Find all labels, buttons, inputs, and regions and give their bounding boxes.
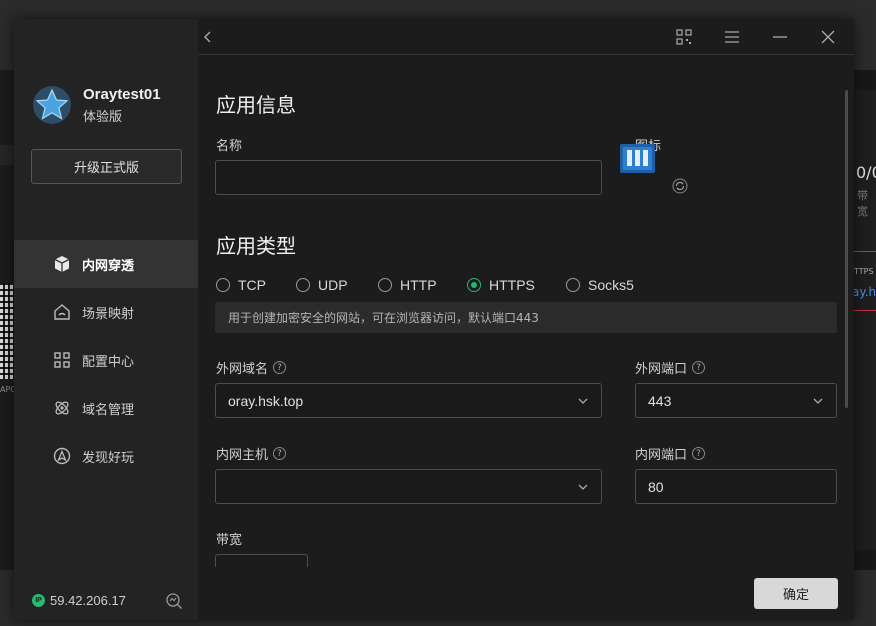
radio-label: HTTPS [489,277,535,293]
profile: Oraytest01 体验版 [32,85,161,125]
internal-host-label-text: 内网主机 [216,448,269,463]
type-hint: 用于创建加密安全的网站，可在浏览器访问，默认端口443 [215,302,837,333]
ip-display: IP 59.42.206.17 [32,593,126,608]
background-link[interactable]: ay.hs [852,285,876,299]
radio-label: TCP [238,277,266,293]
radio-https[interactable]: HTTPS [467,277,566,293]
atom-icon [52,398,72,418]
star-avatar-icon [33,86,71,124]
radio-tcp[interactable]: TCP [216,277,296,293]
help-icon[interactable]: ? [692,361,706,374]
background-strip [0,145,14,165]
external-domain-label: 外网域名 ? [216,358,287,377]
hamburger-menu-icon [725,31,739,43]
app-icon[interactable] [620,144,655,173]
sidebar-item-label: 发现好玩 [82,450,135,466]
upgrade-button[interactable]: 升级正式版 [31,149,182,184]
sidebar-item-label: 场景映射 [82,306,135,322]
sidebar-item-config-center[interactable]: 配置中心 [14,336,198,384]
grid-icon [52,350,72,370]
radio-circle [216,278,230,292]
internal-host-select[interactable] [215,469,602,504]
external-domain-value: oray.hsk.top [228,392,304,409]
app-type-title: 应用类型 [216,234,296,258]
compass-icon [52,446,72,466]
background-right-panel [854,90,876,550]
external-port-label-text: 外网端口 [635,362,688,377]
external-domain-select[interactable]: oray.hsk.top [215,383,602,418]
radio-circle [296,278,310,292]
ip-address: 59.42.206.17 [50,593,126,608]
app-info-title: 应用信息 [216,93,296,117]
zoom-search-icon[interactable] [165,592,183,610]
qr-code-image [0,283,14,379]
sidebar-nav: 内网穿透 场景映射 配置中心 域名管理 发现好玩 [14,240,198,480]
profile-plan: 体验版 [83,109,123,125]
background-count: 0/0 [856,163,876,182]
name-input[interactable] [215,160,602,195]
external-port-value: 443 [648,392,672,409]
close-icon [821,30,835,44]
help-icon[interactable]: ? [692,447,706,460]
external-domain-label-text: 外网域名 [216,362,269,377]
radio-circle [566,278,580,292]
sidebar-item-domain-management[interactable]: 域名管理 [14,384,198,432]
back-button[interactable] [198,27,218,47]
house-icon [52,302,72,322]
sidebar-item-scene-mapping[interactable]: 场景映射 [14,288,198,336]
internal-port-input[interactable]: 80 [635,469,837,504]
refresh-icon[interactable] [672,178,688,194]
profile-name: Oraytest01 [83,85,161,103]
chevron-down-icon [813,398,823,404]
sidebar-item-label: 域名管理 [82,402,135,418]
name-label: 名称 [216,139,243,154]
ip-badge: IP [32,594,45,607]
qr-scan-button[interactable] [674,27,694,47]
content-scrollbar[interactable] [845,90,848,408]
sidebar-item-discover[interactable]: 发现好玩 [14,432,198,480]
sidebar-item-label: 配置中心 [82,354,135,370]
title-bar [198,19,854,55]
confirm-button[interactable]: 确定 [754,578,838,609]
background-tag: TTPS [854,267,874,276]
app-type-radio-group: TCP UDP HTTP HTTPS Socks5 [216,277,634,293]
background-divider [852,251,876,252]
chevron-left-icon [204,31,211,43]
internal-port-label: 内网端口 ? [635,444,706,463]
sidebar-item-intranet[interactable]: 内网穿透 [14,240,198,288]
external-port-label: 外网端口 ? [635,358,706,377]
close-button[interactable] [818,27,838,47]
help-icon[interactable]: ? [273,361,287,374]
background-divider [852,310,876,311]
chevron-down-icon [578,398,588,404]
radio-label: UDP [318,277,348,293]
sidebar-item-label: 内网穿透 [82,258,135,274]
qr-code-icon [676,29,692,45]
radio-socks5[interactable]: Socks5 [566,277,634,293]
bandwidth-label: 带宽 [216,533,243,548]
sidebar: Oraytest01 体验版 升级正式版 内网穿透 场景映射 配置中心 域名管理… [14,19,198,620]
menu-button[interactable] [722,27,742,47]
cube-icon [52,254,72,274]
internal-port-label-text: 内网端口 [635,448,688,463]
radio-udp[interactable]: UDP [296,277,378,293]
minimize-icon [773,36,787,38]
radio-circle [378,278,392,292]
radio-label: HTTP [400,277,437,293]
radio-label: Socks5 [588,277,634,293]
radio-circle-selected [467,278,481,292]
background-sub-label: 带宽 [857,189,868,218]
minimize-button[interactable] [770,27,790,47]
internal-host-label: 内网主机 ? [216,444,287,463]
radio-http[interactable]: HTTP [378,277,467,293]
external-port-select[interactable]: 443 [635,383,837,418]
chevron-down-icon [578,484,588,490]
help-icon[interactable]: ? [273,447,287,460]
